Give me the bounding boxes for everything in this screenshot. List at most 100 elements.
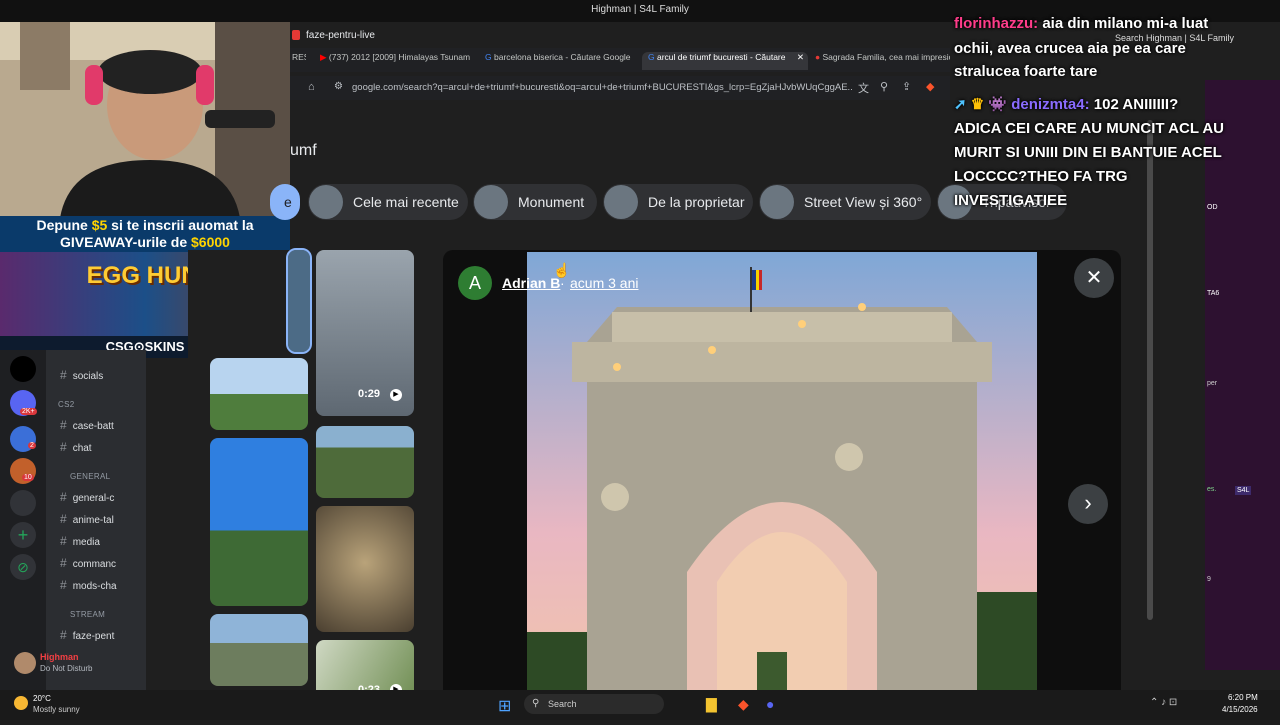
chip-street-view[interactable]: Street View și 360° (759, 184, 931, 220)
photo-image (527, 252, 1037, 720)
chip-thumb (604, 185, 638, 219)
discord-server-list: 2K+ 2 10 + ⊘ (0, 350, 46, 690)
sidebar-item[interactable]: 9 (1207, 576, 1211, 583)
crown-icon: ♛ (970, 96, 985, 113)
bookmark-folder[interactable]: faze-pentru-live (306, 30, 375, 41)
page-scrollbar[interactable] (1147, 120, 1153, 620)
chip-thumb (309, 185, 343, 219)
channel-media[interactable]: # media (60, 534, 100, 548)
server-badge: 2 (28, 442, 36, 449)
brave-icon[interactable]: ◆ (738, 696, 749, 713)
site-icon: ● (815, 52, 823, 62)
share-icon[interactable]: ⇪ (902, 80, 911, 93)
tab-barcelona[interactable]: G barcelona biserica - Căutare Google (485, 52, 635, 70)
channel-faze-pentru-live[interactable]: # faze-pent (60, 628, 114, 642)
chip-monument[interactable]: Monument (473, 184, 597, 220)
promo-line1: Depune $5 si te inscrii auomat la (36, 217, 254, 233)
webcam-feed (0, 0, 290, 218)
zoom-icon[interactable]: ⚲ (880, 80, 888, 93)
next-image-button[interactable]: › (1068, 484, 1108, 524)
chip-de-la-proprietar[interactable]: De la proprietar (603, 184, 753, 220)
windows-start-icon[interactable]: ⊞ (498, 696, 511, 716)
youtube-icon: ▶ (320, 52, 329, 62)
close-icon[interactable]: ✕ (797, 52, 804, 63)
category-stream[interactable]: STREAM (70, 610, 105, 619)
channel-general[interactable]: # general-c (60, 490, 114, 504)
brave-shield-icon[interactable]: ◆ (926, 80, 934, 93)
channel-anime[interactable]: # anime-tal (60, 512, 114, 526)
post-age-link[interactable]: acum 3 ani (570, 275, 638, 291)
clock-date[interactable]: 4/15/2026 (1222, 705, 1258, 714)
discord-icon[interactable]: ● (766, 696, 774, 712)
close-viewer-button[interactable]: ✕ (1074, 258, 1114, 298)
video-duration: 0:29 (358, 388, 381, 400)
tab-arcul-de-triumf[interactable]: G arcul de triumf bucuresti - Căutare ✕ (642, 52, 808, 70)
server-icon[interactable] (10, 490, 36, 516)
add-server-icon[interactable]: + (10, 522, 36, 548)
webcam-image (0, 0, 290, 218)
weather-desc[interactable]: Mostly sunny (33, 705, 80, 714)
chat-line: ochii, avea crucea aia pe ea care (954, 40, 1186, 57)
chat-line: LOCCCC?THEO FA TRG (954, 168, 1128, 185)
avatar (14, 652, 36, 674)
browser-tabstrip: RES ▶ (737) 2012 [2009] Himalayas Tsunam… (290, 48, 950, 72)
category-general[interactable]: GENERAL (70, 472, 110, 481)
tab-youtube[interactable]: ▶ (737) 2012 [2009] Himalayas Tsunami (320, 52, 470, 70)
taskbar-search-label: Search (548, 699, 577, 709)
discord-status: Do Not Disturb (40, 664, 93, 673)
chip-thumb (760, 185, 794, 219)
channel-mods-chat[interactable]: # mods-cha (60, 578, 117, 592)
sidebar-item[interactable]: S4L (1235, 486, 1252, 495)
chip-active[interactable]: e (270, 184, 300, 220)
search-query[interactable]: umf (290, 142, 317, 160)
mouse-cursor-icon: ☝ (553, 262, 571, 278)
chat-line: ADICA CEI CARE AU MUNCIT ACL AU (954, 120, 1224, 137)
tab-sagrada[interactable]: ● Sagrada Familia, cea mai impresionantă (815, 52, 950, 70)
chat-line: stralucea foarte tare (954, 63, 1098, 80)
thumb-medallion[interactable] (316, 506, 414, 632)
discover-icon[interactable]: ⊘ (10, 554, 36, 580)
address-bar-url[interactable]: google.com/search?q=arcul+de+triumf+bucu… (352, 82, 852, 93)
chat-line: MURIT SI UNIII DIN EI BANTUIE ACEL (954, 144, 1222, 161)
sidebar-item[interactable]: OD (1207, 204, 1218, 211)
channel-chat[interactable]: # chat (60, 440, 92, 454)
thumb-selected[interactable] (286, 248, 312, 354)
site-info-icon[interactable]: ⚙ (334, 81, 343, 92)
thumb-video-1[interactable]: 0:29 ▶ (316, 250, 414, 416)
play-icon: ▶ (390, 389, 402, 401)
system-tray-icons[interactable]: ⌃ ♪ ⊡ (1150, 697, 1177, 708)
taskbar-search[interactable] (524, 694, 664, 714)
sidebar-item[interactable]: TA6 (1207, 290, 1219, 297)
close-icon: ✕ (1085, 267, 1103, 289)
chevron-right-icon: › (1084, 490, 1092, 515)
author-avatar[interactable]: A (458, 266, 492, 300)
sun-icon (14, 696, 28, 710)
channel-commands[interactable]: # commanc (60, 556, 116, 570)
discord-user-panel[interactable]: Highman Do Not Disturb (10, 650, 146, 676)
channel-case-batt[interactable]: # case-batt (60, 418, 114, 432)
thumb-image-3[interactable] (316, 426, 414, 498)
server-badge: 10 (22, 474, 34, 481)
weather-temp[interactable]: 20°C (33, 694, 51, 703)
translate-icon[interactable]: 文 (858, 80, 869, 96)
promo-line2: GIVEAWAY-urile de $6000 (60, 234, 230, 250)
file-explorer-icon[interactable]: ▇ (706, 696, 717, 713)
thumb-clock[interactable] (210, 438, 308, 606)
search-icon: ⚲ (532, 698, 540, 709)
windows-taskbar: 20°C Mostly sunny ⊞ ⚲ Search ▇ ◆ ● ⌃ ♪ ⊡… (0, 690, 1280, 720)
chip-cele-mai-recente[interactable]: Cele mai recente (308, 184, 468, 220)
bookmark-icon[interactable]: ⌂ (308, 81, 315, 93)
sidebar-item[interactable]: es. (1207, 486, 1216, 493)
clock-time[interactable]: 6:20 PM (1228, 693, 1258, 702)
category-cs2[interactable]: CS2 (58, 400, 74, 409)
thumb-arch[interactable] (210, 614, 308, 686)
arc-de-triomphe-photo[interactable] (527, 252, 1037, 720)
channel-socials[interactable]: # socials (60, 368, 103, 382)
server-w-icon[interactable] (10, 356, 36, 382)
thumb-image-2[interactable] (210, 358, 308, 430)
author-link[interactable]: Adrian B (502, 275, 560, 291)
bookmarks-bar: faze-pentru-live (290, 26, 520, 48)
tab-partial[interactable]: RES (292, 52, 306, 70)
sidebar-item[interactable]: per (1207, 380, 1217, 387)
badge-icon: ➚ (954, 96, 967, 113)
